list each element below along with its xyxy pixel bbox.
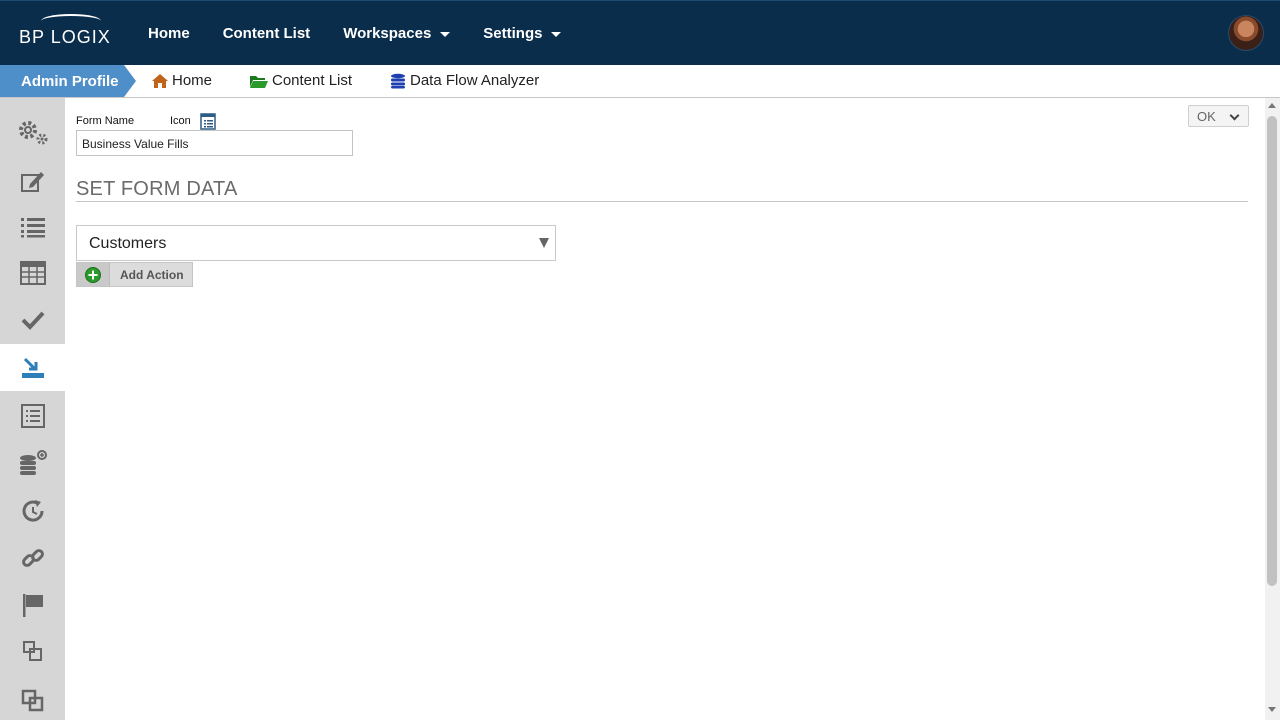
logo-swoosh xyxy=(41,14,101,28)
caret-down-icon xyxy=(551,32,562,37)
logo-text: BP LOGIX xyxy=(19,27,111,47)
sidebar-item-set-form-data[interactable] xyxy=(0,344,65,391)
vertical-scrollbar[interactable] xyxy=(1265,98,1280,720)
dropdown-selected-value: Customers xyxy=(89,235,167,252)
table-icon xyxy=(19,260,46,285)
clone-icon xyxy=(22,640,42,661)
clone-alt-icon xyxy=(21,689,43,711)
breadcrumb-data-flow-analyzer-label: Data Flow Analyzer xyxy=(410,72,540,89)
list-icon xyxy=(20,217,45,237)
nav-content-list[interactable]: Content List xyxy=(223,25,311,42)
main-nav: Home Content List Workspaces Settings xyxy=(148,25,594,42)
sidebar-item-list-alt[interactable] xyxy=(0,392,65,439)
icon-label: Icon xyxy=(170,115,191,127)
bp-logix-logo[interactable]: BP LOGIX xyxy=(19,14,111,47)
sidebar-item-check[interactable] xyxy=(0,296,65,343)
breadcrumb-bar: Admin Profile Home Content List Data Flo… xyxy=(0,65,1280,98)
form-name-input[interactable]: Business Value Fills xyxy=(76,130,353,156)
nav-home[interactable]: Home xyxy=(148,25,190,42)
flag-icon xyxy=(22,593,43,617)
add-action-button[interactable]: Add Action xyxy=(76,262,193,287)
caret-down-icon xyxy=(440,32,451,37)
sidebar-item-clone-alt[interactable] xyxy=(0,677,65,724)
sidebar-item-refresh[interactable] xyxy=(0,487,65,534)
nav-workspaces-label: Workspaces xyxy=(343,25,432,42)
sidebar-item-list[interactable] xyxy=(0,203,65,250)
edit-icon xyxy=(20,171,44,192)
scrollbar-thumb[interactable] xyxy=(1267,116,1277,586)
home-icon xyxy=(152,73,168,88)
add-action-icon-wrap xyxy=(77,263,110,286)
plus-circle-icon xyxy=(85,266,101,283)
left-sidebar xyxy=(0,98,65,720)
top-navbar: BP LOGIX Home Content List Workspaces Se… xyxy=(0,0,1280,65)
nav-settings[interactable]: Settings xyxy=(483,25,562,42)
dropdown-arrow-icon xyxy=(539,238,549,248)
section-title: SET FORM DATA xyxy=(76,178,238,200)
check-icon xyxy=(21,311,44,330)
form-icon-picker-icon[interactable] xyxy=(200,113,216,130)
nav-settings-label: Settings xyxy=(483,25,543,42)
breadcrumb-home[interactable]: Home xyxy=(151,72,212,89)
gears-icon xyxy=(18,120,47,144)
main-panel: Form Name Icon Business Value Fills SET … xyxy=(65,98,1265,720)
form-select-dropdown[interactable]: Customers xyxy=(76,225,556,261)
form-name-label: Form Name xyxy=(76,115,135,127)
add-action-label: Add Action xyxy=(120,267,184,282)
ok-label: OK xyxy=(1197,109,1216,124)
folder-open-icon xyxy=(250,75,268,88)
database-add-icon xyxy=(19,449,47,475)
sidebar-item-database[interactable] xyxy=(0,439,65,486)
database-icon xyxy=(391,73,405,88)
ok-button[interactable]: OK xyxy=(1188,105,1249,127)
chevron-down-icon xyxy=(1229,110,1240,121)
scroll-down-arrow-icon[interactable] xyxy=(1268,707,1276,712)
sidebar-item-edit[interactable] xyxy=(0,157,65,204)
sidebar-item-table[interactable] xyxy=(0,249,65,296)
refresh-clock-icon xyxy=(22,499,44,522)
nav-home-label: Home xyxy=(148,25,190,42)
breadcrumb-home-label: Home xyxy=(172,72,213,89)
breadcrumb-content-list[interactable]: Content List xyxy=(249,72,352,89)
sidebar-item-flag[interactable] xyxy=(0,581,65,628)
user-avatar[interactable] xyxy=(1228,15,1264,51)
sidebar-item-link[interactable] xyxy=(0,534,65,581)
link-icon xyxy=(21,548,44,567)
section-divider xyxy=(76,201,1248,202)
nav-content-list-label: Content List xyxy=(222,25,311,42)
breadcrumb-content-list-label: Content List xyxy=(272,72,353,89)
sidebar-item-properties[interactable] xyxy=(0,108,65,155)
breadcrumb-data-flow-analyzer[interactable]: Data Flow Analyzer xyxy=(389,72,539,89)
sidebar-item-clone[interactable] xyxy=(0,627,65,674)
list-alt-icon xyxy=(20,403,45,428)
admin-profile-tab[interactable]: Admin Profile xyxy=(0,65,136,97)
scroll-up-arrow-icon[interactable] xyxy=(1268,103,1276,108)
import-icon xyxy=(21,357,44,378)
nav-workspaces[interactable]: Workspaces xyxy=(343,25,451,42)
